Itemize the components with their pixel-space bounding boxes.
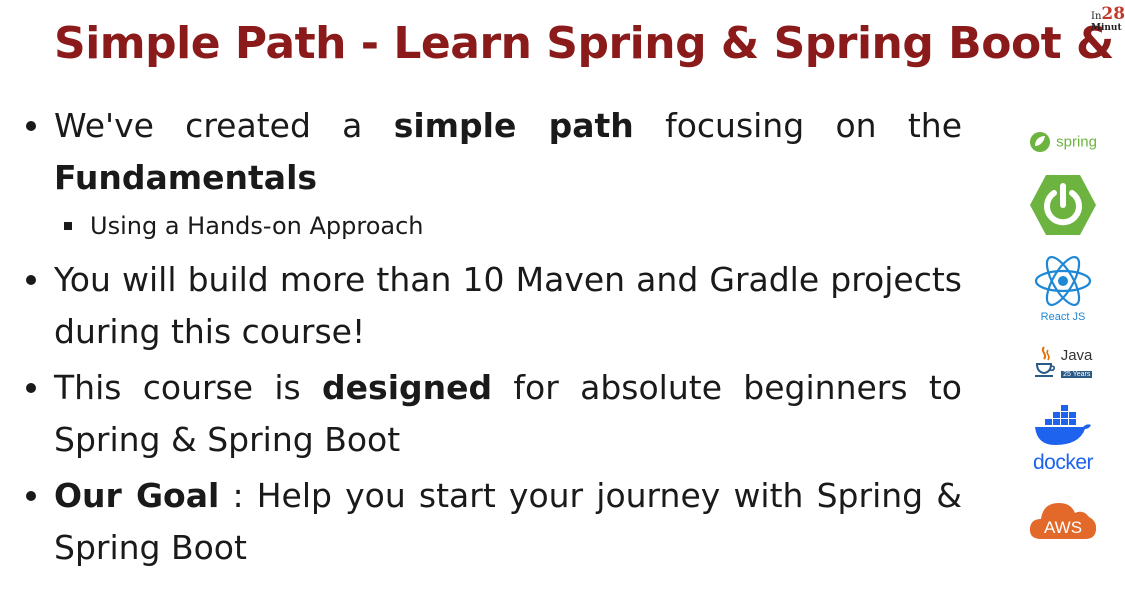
aws-logo: AWS xyxy=(1018,493,1108,547)
java-cup-icon xyxy=(1034,346,1055,377)
bullet-text: focusing on the xyxy=(633,106,963,145)
sub-bullet-item: Using a Hands-on Approach xyxy=(54,204,962,248)
logo-suffix: Minut xyxy=(1091,23,1122,33)
bullet-item: This course is designed for absolute beg… xyxy=(22,362,962,466)
bullet-text: This course is xyxy=(54,368,323,407)
in28minutes-logo: In28 Minut xyxy=(1091,6,1125,33)
spring-boot-power-icon xyxy=(1030,175,1096,235)
bullet-bold-text: simple path xyxy=(393,106,634,145)
logo-prefix: In xyxy=(1091,11,1102,22)
bullet-bold-text: designed xyxy=(322,368,493,407)
logo-number: 28 xyxy=(1101,4,1125,24)
spring-boot-logo xyxy=(1018,173,1108,241)
bullet-list: We've created a simple path focusing on … xyxy=(22,100,962,578)
spring-leaf-icon xyxy=(1030,132,1051,152)
docker-whale-icon xyxy=(1035,405,1091,445)
aws-label: AWS xyxy=(1044,518,1082,537)
react-logo: React JS xyxy=(1018,255,1108,323)
bullet-text: We've created a xyxy=(54,106,394,145)
sub-bullet-text: Using a Hands-on Approach xyxy=(90,212,424,240)
bullet-item: We've created a simple path focusing on … xyxy=(22,100,962,204)
slide-title: Simple Path - Learn Spring & Spring Boot… xyxy=(54,18,1125,69)
spring-label: spring xyxy=(1056,133,1097,151)
docker-logo: docker xyxy=(1018,405,1108,475)
bullet-text: You will build more than 10 Maven and Gr… xyxy=(54,260,962,351)
bullet-bold-text: Fundamentals xyxy=(54,158,318,197)
java-label: Java xyxy=(1060,347,1093,364)
bullet-item: Our Goal : Help you start your journey w… xyxy=(22,470,962,574)
react-atom-icon xyxy=(1034,255,1092,307)
docker-label: docker xyxy=(1032,451,1094,474)
java-logo: Java 25 Years xyxy=(1018,345,1108,379)
react-label: React JS xyxy=(1040,311,1086,323)
bullet-bold-text: Our Goal xyxy=(54,476,220,515)
spring-logo: spring xyxy=(1018,131,1108,153)
aws-cloud-icon: AWS xyxy=(1029,503,1097,539)
bullet-item: You will build more than 10 Maven and Gr… xyxy=(22,254,962,358)
java-years-badge: 25 Years xyxy=(1061,371,1093,378)
